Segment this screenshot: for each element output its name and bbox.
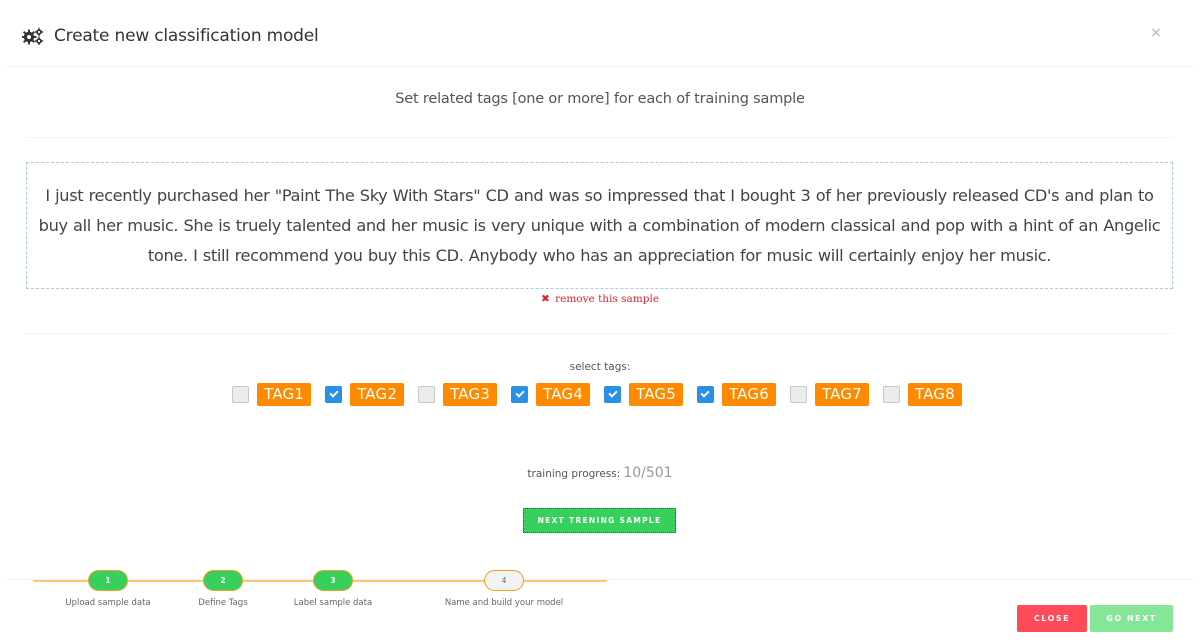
divider — [26, 137, 1173, 138]
next-training-sample-button[interactable]: NEXT TRENING SAMPLE — [523, 508, 676, 533]
divider — [26, 333, 1173, 334]
tag-item: TAG4 — [511, 383, 596, 406]
select-tags-label: select tags: — [569, 361, 631, 373]
tags-row: TAG1 TAG2 TAG3 TAG4 TAG5 TAG6 TAG7 TAG8 — [0, 383, 1200, 406]
modal-title-text: Create new classification model — [54, 26, 319, 46]
step-3-badge[interactable]: 3 — [313, 570, 353, 591]
tag-label[interactable]: TAG2 — [350, 383, 405, 406]
tag-item: TAG8 — [882, 383, 968, 406]
remove-sample-label: remove this sample — [555, 293, 660, 305]
tag-checkbox[interactable] — [232, 386, 250, 403]
tag-label[interactable]: TAG1 — [257, 383, 312, 406]
tag-label[interactable]: TAG5 — [629, 383, 683, 406]
tag-label[interactable]: TAG6 — [721, 383, 776, 406]
training-progress-value: 10/501 — [623, 465, 673, 481]
close-icon[interactable]: × — [1150, 26, 1162, 40]
step-1-badge[interactable]: 1 — [88, 570, 128, 591]
tag-checkbox[interactable] — [696, 386, 714, 403]
tag-label[interactable]: TAG3 — [443, 383, 498, 406]
tag-label[interactable]: TAG7 — [814, 383, 869, 406]
remove-icon: ✖ — [540, 293, 550, 305]
tag-item: TAG7 — [789, 383, 875, 406]
training-progress-label: training progress: — [527, 468, 621, 480]
tag-checkbox[interactable] — [325, 386, 343, 403]
step-2-badge[interactable]: 2 — [203, 570, 243, 591]
training-progress: training progress: 10/501 — [0, 465, 1200, 481]
step-3-label: Label sample data — [293, 598, 373, 608]
tag-label[interactable]: TAG4 — [536, 383, 590, 406]
tag-item: TAG2 — [325, 383, 410, 406]
tag-label[interactable]: TAG8 — [907, 383, 962, 406]
tag-item: TAG1 — [232, 383, 317, 406]
close-button[interactable]: CLOSE — [1017, 605, 1087, 632]
tag-item: TAG6 — [696, 383, 782, 406]
modal-title: Create new classification model — [22, 26, 319, 46]
instructions-text: Set related tags [one or more] for each … — [395, 91, 805, 107]
step-4-badge[interactable]: 4 — [484, 570, 524, 591]
sample-box: I just recently purchased her "Paint The… — [26, 162, 1173, 289]
sample-text: I just recently purchased her "Paint The… — [38, 185, 1161, 265]
tag-checkbox[interactable] — [882, 386, 900, 403]
gears-icon — [22, 27, 44, 45]
tag-item: TAG3 — [418, 383, 503, 406]
tag-checkbox[interactable] — [511, 386, 529, 403]
tag-checkbox[interactable] — [604, 386, 621, 403]
tag-checkbox[interactable] — [418, 386, 436, 403]
step-4-label: Name and build your model — [444, 598, 564, 608]
go-next-button[interactable]: GO NEXT — [1090, 605, 1173, 632]
remove-sample-link[interactable]: ✖ remove this sample — [0, 293, 1200, 305]
tag-item: TAG5 — [604, 383, 689, 406]
tag-checkbox[interactable] — [789, 386, 807, 403]
